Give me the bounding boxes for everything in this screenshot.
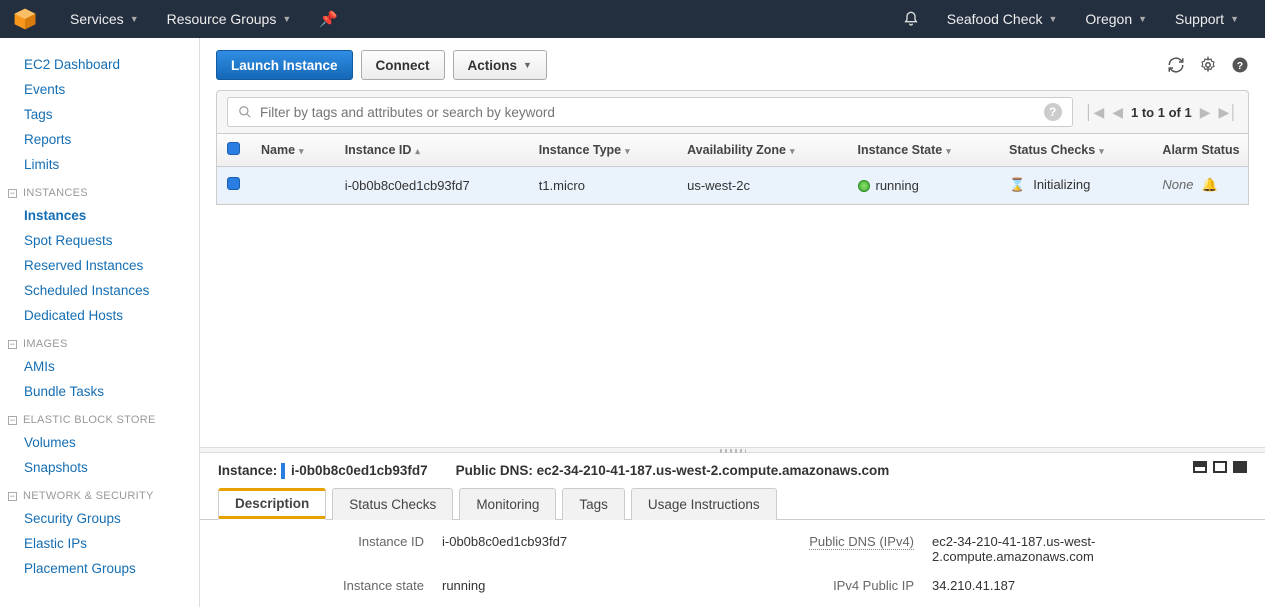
help-icon[interactable]: ? [1231,56,1249,74]
nav-support[interactable]: Support▼ [1161,0,1253,38]
nav-notifications[interactable] [889,0,933,38]
page-text: 1 to 1 of 1 [1131,105,1192,120]
search-wrapper[interactable]: ? [227,97,1073,127]
gear-icon[interactable] [1199,56,1217,74]
filter-help-icon[interactable]: ? [1044,103,1062,121]
lbl-ipv4-public-ip: IPv4 Public IP [772,578,922,593]
detail-header: Instance: i-0b0b8c0ed1cb93fd7 Public DNS… [200,453,1265,487]
sidebar-volumes[interactable]: Volumes [0,430,199,455]
page-last[interactable]: ▶│ [1218,104,1238,121]
sidebar-amis[interactable]: AMIs [0,354,199,379]
select-all-checkbox[interactable] [227,142,240,155]
refresh-icon[interactable] [1167,56,1185,74]
nav-account[interactable]: Seafood Check▼ [933,0,1072,38]
global-nav: Services▼ Resource Groups▼ 📌 Seafood Che… [0,0,1265,38]
col-status-checks[interactable]: Status Checks▾ [999,134,1152,167]
sidebar-ec2-dashboard[interactable]: EC2 Dashboard [0,52,199,77]
sidebar-section-images[interactable]: −IMAGES [0,328,199,354]
cell-alarm-status: None🔔 [1152,167,1249,204]
cell-state: running [848,167,1000,204]
sidebar-collapse-toggle[interactable]: ◀ [199,74,200,114]
cell-instance-id: i-0b0b8c0ed1cb93fd7 [335,167,529,204]
tab-monitoring[interactable]: Monitoring [459,488,556,520]
alarm-add-icon[interactable]: 🔔 [1202,177,1218,192]
nav-pin-icon[interactable]: 📌 [305,0,352,38]
sidebar-security-groups[interactable]: Security Groups [0,506,199,531]
tab-usage-instructions[interactable]: Usage Instructions [631,488,777,520]
sidebar-dedicated-hosts[interactable]: Dedicated Hosts [0,303,199,328]
aws-logo-icon[interactable] [12,6,38,32]
cell-instance-type: t1.micro [529,167,677,204]
tab-description[interactable]: Description [218,488,326,520]
actions-button[interactable]: Actions▼ [453,50,547,80]
filter-bar: ? │◀ ◀ 1 to 1 of 1 ▶ ▶│ [216,90,1249,134]
sidebar-reports[interactable]: Reports [0,127,199,152]
nav-services[interactable]: Services▼ [56,0,153,38]
detail-instance-id: i-0b0b8c0ed1cb93fd7 [291,463,428,478]
col-name[interactable]: Name▾ [251,134,335,167]
col-alarm-status[interactable]: Alarm Status [1152,134,1249,167]
sidebar-elastic-ips[interactable]: Elastic IPs [0,531,199,556]
svg-text:?: ? [1237,60,1243,72]
toolbar: Launch Instance Connect Actions▼ ? [200,38,1265,90]
tab-status-checks[interactable]: Status Checks [332,488,453,520]
cell-az: us-west-2c [677,167,847,204]
sidebar-instances[interactable]: Instances [0,203,199,228]
sidebar-snapshots[interactable]: Snapshots [0,455,199,480]
sidebar-section-instances[interactable]: −INSTANCES [0,177,199,203]
col-state[interactable]: Instance State▾ [848,134,1000,167]
sidebar-section-ebs[interactable]: −ELASTIC BLOCK STORE [0,404,199,430]
sidebar-reserved-instances[interactable]: Reserved Instances [0,253,199,278]
table-row[interactable]: i-0b0b8c0ed1cb93fd7 t1.micro us-west-2c … [217,167,1249,204]
layout-full-icon[interactable] [1233,461,1247,473]
launch-instance-button[interactable]: Launch Instance [216,50,353,80]
sidebar-scheduled-instances[interactable]: Scheduled Instances [0,278,199,303]
sidebar-tags[interactable]: Tags [0,102,199,127]
sidebar-events[interactable]: Events [0,77,199,102]
search-icon [238,105,252,119]
val-ipv4-public-ip: 34.210.41.187 [932,578,1252,593]
pagination: │◀ ◀ 1 to 1 of 1 ▶ ▶│ [1085,104,1238,121]
sidebar-section-network[interactable]: −NETWORK & SECURITY [0,480,199,506]
col-instance-id[interactable]: Instance ID▴ [335,134,529,167]
val-instance-id: i-0b0b8c0ed1cb93fd7 [442,534,762,564]
search-input[interactable] [260,105,1036,120]
cell-name [251,167,335,204]
nav-region[interactable]: Oregon▼ [1071,0,1161,38]
detail-public-dns: ec2-34-210-41-187.us-west-2.compute.amaz… [537,463,890,478]
page-first[interactable]: │◀ [1085,104,1105,121]
layout-split-icon[interactable] [1193,461,1207,473]
val-instance-state: running [442,578,762,593]
nav-resource-groups[interactable]: Resource Groups▼ [153,0,306,38]
tab-tags[interactable]: Tags [562,488,625,520]
lbl-instance-state: Instance state [222,578,432,593]
sidebar-limits[interactable]: Limits [0,152,199,177]
instances-table: Name▾ Instance ID▴ Instance Type▾ Availa… [217,134,1249,204]
cell-status-checks: ⌛Initializing [999,167,1152,204]
hourglass-icon: ⌛ [1009,177,1025,193]
bell-icon [903,11,919,27]
row-checkbox[interactable] [227,177,240,190]
sidebar-placement-groups[interactable]: Placement Groups [0,556,199,581]
col-instance-type[interactable]: Instance Type▾ [529,134,677,167]
sidebar-bundle-tasks[interactable]: Bundle Tasks [0,379,199,404]
sidebar-spot-requests[interactable]: Spot Requests [0,228,199,253]
state-running-icon [858,180,870,192]
sidebar: ◀ EC2 Dashboard Events Tags Reports Limi… [0,38,200,607]
page-next[interactable]: ▶ [1200,104,1211,121]
col-az[interactable]: Availability Zone▾ [677,134,847,167]
detail-tabs: Description Status Checks Monitoring Tag… [200,487,1265,520]
description-panel: Instance ID i-0b0b8c0ed1cb93fd7 Public D… [200,520,1265,607]
main-panel: Launch Instance Connect Actions▼ ? ? │◀ … [200,38,1265,607]
val-public-dns-ipv4: ec2-34-210-41-187.us-west-2.compute.amaz… [932,534,1252,564]
connect-button[interactable]: Connect [361,50,445,80]
instances-table-wrap: Name▾ Instance ID▴ Instance Type▾ Availa… [216,134,1249,205]
page-prev[interactable]: ◀ [1112,104,1123,121]
layout-half-icon[interactable] [1213,461,1227,473]
lbl-public-dns-ipv4: Public DNS (IPv4) [772,534,922,564]
lbl-instance-id: Instance ID [222,534,432,564]
